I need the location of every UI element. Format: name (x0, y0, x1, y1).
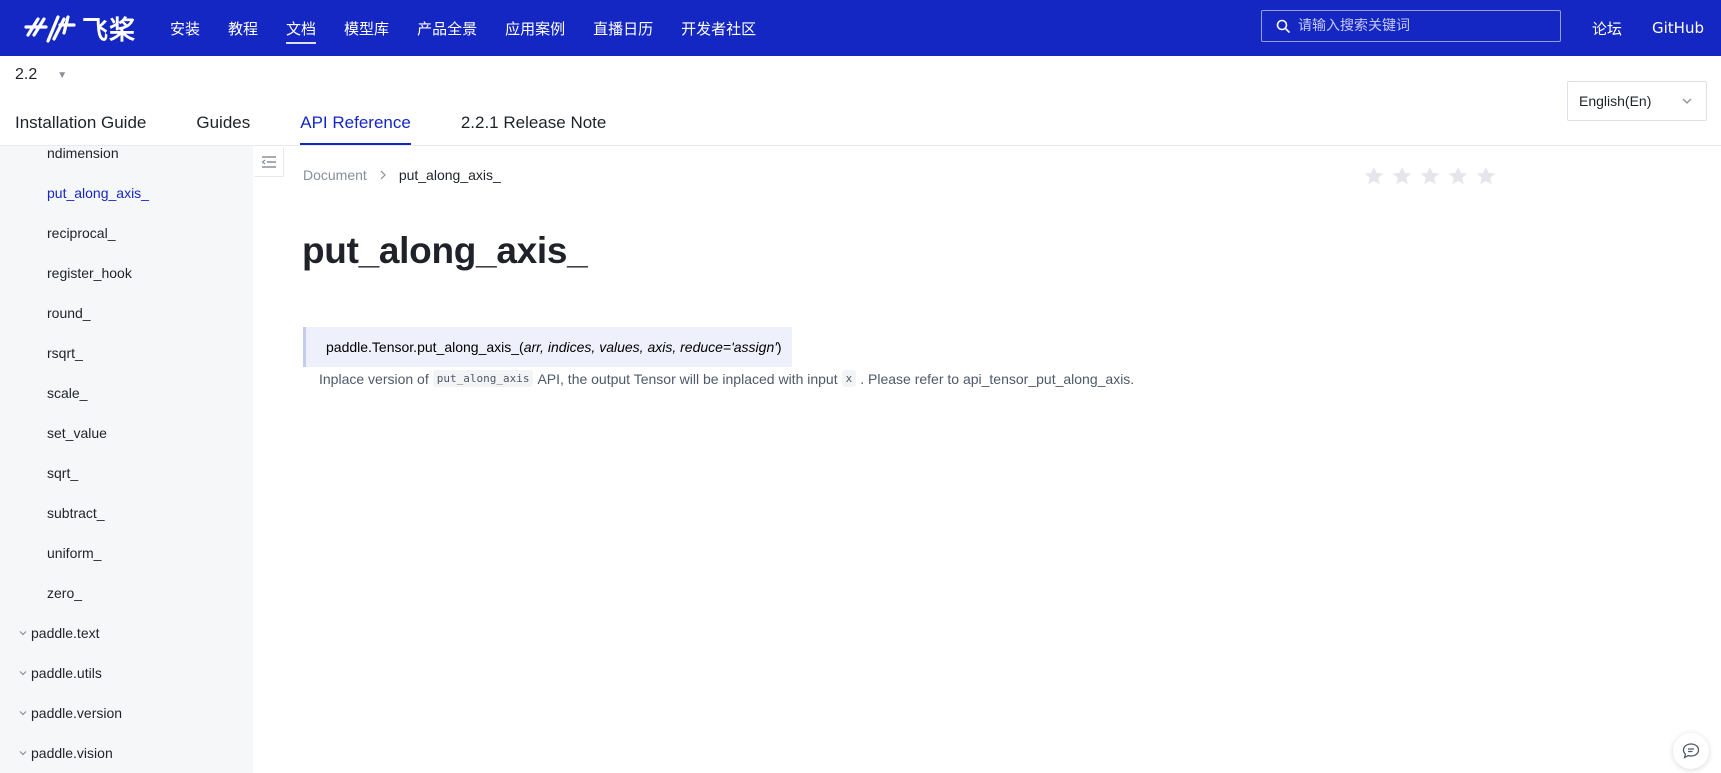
description-text: API, the output Tensor will be inplaced … (537, 370, 838, 387)
sidebar-item-round[interactable]: round_ (47, 305, 91, 321)
main-nav: 安装 教程 文档 模型库 产品全景 应用案例 直播日历 开发者社区 (156, 0, 770, 56)
signature-close-paren: ) (776, 339, 782, 355)
paddle-logo[interactable]: 飞桨 (24, 8, 136, 48)
sidebar-item-ndimension[interactable]: ndimension (47, 146, 119, 161)
divider (0, 145, 1721, 146)
signature-params: arr, indices, values, axis, reduce='assi… (523, 339, 777, 355)
version-select[interactable]: 2.2 ▼ (15, 66, 67, 84)
sidebar-item-rsqrt[interactable]: rsqrt_ (47, 345, 83, 361)
feedback-button[interactable] (1673, 733, 1709, 769)
api-signature: paddle.Tensor.put_along_axis_(arr, indic… (303, 327, 792, 367)
breadcrumb-root[interactable]: Document (303, 167, 367, 183)
star-icon[interactable] (1447, 165, 1469, 187)
sidebar-item-set-value[interactable]: set_value (47, 425, 107, 441)
sidebar-group-label: paddle.utils (31, 665, 102, 681)
star-icon[interactable] (1391, 165, 1413, 187)
breadcrumb-current: put_along_axis_ (398, 167, 501, 183)
chevron-down-icon (15, 668, 31, 678)
language-value: English(En) (1579, 93, 1652, 109)
chevron-down-icon (15, 748, 31, 758)
sidebar-item-scale[interactable]: scale_ (47, 385, 87, 401)
page-title: put_along_axis_ (302, 230, 588, 271)
sidebar-group-label: paddle.vision (31, 745, 113, 761)
sidebar-toggle-button[interactable] (254, 147, 284, 177)
sidebar-group-vision[interactable]: paddle.vision (15, 745, 113, 761)
breadcrumb: Document put_along_axis_ (303, 167, 501, 183)
sidebar-group-utils[interactable]: paddle.utils (15, 665, 102, 681)
caret-down-icon: ▼ (57, 69, 68, 81)
description-text: Inplace version of (319, 370, 429, 387)
forum-link[interactable]: 论坛 (1592, 0, 1622, 56)
chevron-down-icon (15, 628, 31, 638)
sidebar-item-reciprocal[interactable]: reciprocal_ (47, 225, 115, 241)
inline-code: x (841, 370, 857, 387)
sidebar-item-register-hook[interactable]: register_hook (47, 265, 132, 281)
top-navbar: 飞桨 安装 教程 文档 模型库 产品全景 应用案例 直播日历 开发者社区 论坛 … (0, 0, 1721, 56)
nav-item-install[interactable]: 安装 (170, 0, 200, 56)
tab-installation-guide[interactable]: Installation Guide (15, 100, 146, 146)
nav-item-live-calendar[interactable]: 直播日历 (593, 0, 653, 56)
sidebar-item-put-along-axis[interactable]: put_along_axis_ (47, 185, 149, 201)
description-text: . Please refer to api_tensor_put_along_a… (860, 370, 1135, 387)
star-icon[interactable] (1363, 165, 1385, 187)
paddle-logo-icon (24, 15, 76, 43)
rating-stars (1363, 165, 1503, 187)
sidebar-group-label: paddle.version (31, 705, 123, 721)
sidebar-group-version[interactable]: paddle.version (15, 705, 122, 721)
language-select[interactable]: English(En) (1567, 81, 1707, 121)
tab-api-reference[interactable]: API Reference (300, 100, 411, 146)
nav-item-products[interactable]: 产品全景 (417, 0, 477, 56)
search-box[interactable] (1261, 10, 1561, 42)
tab-release-note[interactable]: 2.2.1 Release Note (461, 100, 607, 146)
nav-item-docs[interactable]: 文档 (286, 0, 317, 56)
sidebar-item-sqrt[interactable]: sqrt_ (47, 465, 78, 481)
chevron-right-icon (379, 170, 387, 180)
chevron-down-icon (1682, 98, 1692, 104)
search-input[interactable] (1298, 18, 1548, 34)
api-description: Inplace version of put_along_axis API, t… (319, 370, 1134, 387)
api-sidebar: ndimension put_along_axis_ reciprocal_ r… (0, 146, 253, 773)
github-link[interactable]: GitHub (1652, 0, 1704, 56)
version-value: 2.2 (15, 66, 38, 83)
nav-item-model-zoo[interactable]: 模型库 (344, 0, 389, 56)
nav-item-tutorial[interactable]: 教程 (228, 0, 258, 56)
doc-tabs: Installation Guide Guides API Reference … (15, 100, 656, 146)
sidebar-group-label: paddle.text (31, 625, 100, 641)
sidebar-item-subtract[interactable]: subtract_ (47, 505, 105, 521)
tab-guides[interactable]: Guides (196, 100, 250, 146)
menu-fold-icon (261, 155, 276, 168)
logo-text: 飞桨 (82, 15, 137, 46)
star-icon[interactable] (1475, 165, 1497, 187)
nav-item-developer-community[interactable]: 开发者社区 (681, 0, 756, 56)
sidebar-group-text[interactable]: paddle.text (15, 625, 100, 641)
signature-name: paddle.Tensor.put_along_axis_ (326, 339, 520, 355)
nav-item-cases[interactable]: 应用案例 (505, 0, 565, 56)
star-icon[interactable] (1419, 165, 1441, 187)
search-icon (1276, 19, 1290, 33)
chevron-down-icon (15, 708, 31, 718)
sidebar-item-uniform[interactable]: uniform_ (47, 545, 101, 561)
inline-code: put_along_axis (432, 370, 534, 387)
sidebar-item-zero[interactable]: zero_ (47, 585, 82, 601)
chat-icon (1682, 743, 1700, 759)
